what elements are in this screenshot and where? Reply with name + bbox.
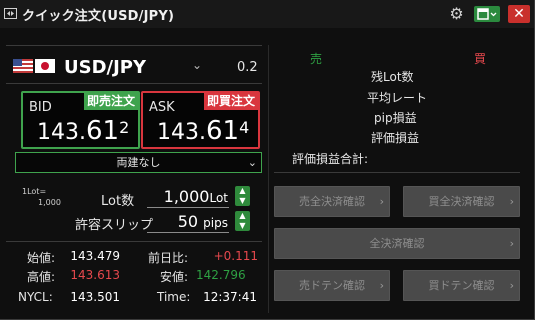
change-value: +0.111 [213,249,258,263]
lot-count-input[interactable]: 1,000Lot [150,187,228,206]
jp-flag-icon [35,59,55,73]
title-bar[interactable]: クイック注文(USD/JPY) ⚙ ✕ [0,0,534,28]
ask-price-main: 143. [157,120,206,145]
us-flag-icon [13,59,33,73]
sell-doten-button[interactable]: 売ドテン確認 › [274,270,390,301]
lot-input-underline [147,207,229,208]
open-value: 143.479 [70,249,120,263]
sell-close-all-button[interactable]: 売全決済確認 › [274,186,390,217]
bid-label: BID [29,100,52,115]
slippage-unit: pips [203,216,228,230]
chevron-right-icon: › [509,195,514,208]
change-label: 前日比: [148,251,189,265]
quick-order-window: クイック注文(USD/JPY) ⚙ ✕ USD/JPY ⌄ 0.2 BID 即売… [0,0,535,320]
low-label: 安値: [160,270,189,284]
chevron-right-icon: › [509,279,514,292]
hedge-mode-value: 両建なし [116,156,161,169]
sell-header: 売 [310,52,323,66]
buy-close-all-button[interactable]: 買全決済確認 › [403,186,520,217]
lot-stepper[interactable]: ▲ ▼ [235,186,250,206]
open-label: 始値: [27,251,56,265]
stats-divider [6,241,262,242]
low-value: 142.796 [196,268,246,282]
lot-note-line2: 1,000 [38,198,61,207]
time-value: 12:37:41 [203,290,257,304]
currency-pair-selector[interactable]: USD/JPY [64,57,146,78]
sell-close-all-label: 売全決済確認 [299,195,365,208]
nycl-label: NYCL: [18,290,53,304]
currency-flags-icon [13,59,55,73]
total-valuation-pnl-label: 評価損益合計: [292,152,369,166]
chevron-up-icon[interactable]: ▲ [235,211,250,221]
sell-doten-label: 売ドテン確認 [299,279,365,292]
settings-gear-icon[interactable]: ⚙ [448,5,465,22]
chevron-right-icon: › [379,195,384,208]
slippage-input[interactable]: 50 pips [150,212,228,231]
pip-pnl-label: pip損益 [374,111,417,125]
ask-price: 143.614 [157,116,249,146]
close-all-label: 全決済確認 [369,237,425,250]
instant-buy-tag: 即買注文 [203,93,258,110]
high-value: 143.613 [70,268,120,282]
hedge-mode-select[interactable]: 両建なし ⌄ [15,152,262,173]
average-rate-label: 平均レート [367,91,428,105]
total-divider [274,172,520,173]
nycl-value: 143.501 [70,290,120,304]
slippage-label: 許容スリップ [75,218,154,233]
chevron-up-icon[interactable]: ▲ [235,186,250,196]
valuation-pnl-label: 評価損益 [371,131,420,145]
bid-price-fraction: 2 [119,118,130,137]
lot-size-note: 1Lot= 1,000 [22,186,61,208]
slippage-input-underline [147,232,229,233]
layout-toggle-button[interactable] [474,6,500,22]
ask-label: ASK [149,100,175,115]
panel-divider [268,45,269,313]
bid-price: 143.612 [37,116,129,146]
chevron-down-icon[interactable]: ▼ [235,196,250,206]
window-app-icon [4,8,17,19]
slippage-stepper[interactable]: ▲ ▼ [235,211,250,231]
ask-price-fraction: 4 [239,118,250,137]
spread-value: 0.2 [237,60,258,75]
buy-close-all-label: 買全決済確認 [428,195,495,208]
close-button[interactable]: ✕ [508,5,530,23]
lot-count-label: Lot数 [101,194,135,209]
buy-header: 買 [474,52,487,66]
ask-buy-button[interactable]: ASK 即買注文 143.614 [141,91,260,149]
ask-price-pip: 61 [205,116,240,146]
time-label: Time: [157,290,191,304]
pair-top-divider [6,45,262,46]
bid-price-pip: 61 [85,116,120,146]
lot-note-line1: 1Lot= [22,187,47,196]
chevron-down-icon[interactable]: ▼ [235,221,250,231]
window-title: クイック注文(USD/JPY) [22,9,175,24]
lot-count-value: 1,000 [163,187,210,206]
bid-sell-button[interactable]: BID 即売注文 143.612 [21,91,140,149]
instant-sell-tag: 即売注文 [83,93,138,110]
chevron-down-icon[interactable]: ⌄ [192,58,202,72]
buy-doten-button[interactable]: 買ドテン確認 › [403,270,520,301]
chevron-right-icon: › [509,237,514,250]
lot-count-unit: Lot [209,191,228,205]
chevron-down-icon: ⌄ [247,156,257,169]
high-label: 高値: [27,270,56,284]
buy-doten-label: 買ドテン確認 [428,279,495,292]
close-all-button[interactable]: 全決済確認 › [274,228,520,259]
bid-price-main: 143. [37,120,86,145]
layout-icon [477,8,497,20]
pair-bottom-divider [6,83,262,84]
chevron-right-icon: › [379,279,384,292]
slippage-value: 50 [177,212,199,231]
remaining-lots-label: 残Lot数 [371,70,414,84]
